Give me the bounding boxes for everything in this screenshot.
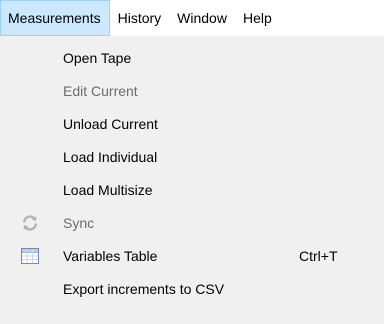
menu-measurements-label: Measurements bbox=[8, 10, 101, 26]
menu-history-label: History bbox=[117, 10, 162, 26]
menu-item-edit-current: Edit Current bbox=[0, 74, 384, 107]
menu-bar: Measurements History Window Help bbox=[0, 0, 384, 36]
menu-item-load-multisize[interactable]: Load Multisize bbox=[0, 173, 384, 206]
menu-item-label: Sync bbox=[63, 214, 95, 231]
menu-item-label: Export increments to CSV bbox=[63, 280, 225, 297]
menu-measurements[interactable]: Measurements bbox=[0, 0, 110, 36]
menu-item-variables-table[interactable]: Variables Table Ctrl+T bbox=[0, 239, 384, 272]
menu-window[interactable]: Window bbox=[169, 0, 235, 36]
table-icon bbox=[21, 248, 39, 264]
menu-item-label: Load Individual bbox=[63, 148, 158, 165]
menu-item-label: Load Multisize bbox=[63, 181, 153, 198]
menu-help-label: Help bbox=[242, 10, 272, 26]
menu-item-open-tape[interactable]: Open Tape bbox=[0, 41, 384, 74]
menu-help[interactable]: Help bbox=[235, 0, 280, 36]
menu-item-label: Variables Table bbox=[63, 247, 158, 264]
menu-item-load-individual[interactable]: Load Individual bbox=[0, 140, 384, 173]
menu-item-sync: Sync bbox=[0, 206, 384, 239]
menu-item-label: Open Tape bbox=[63, 49, 132, 66]
menu-item-export-increments[interactable]: Export increments to CSV bbox=[0, 272, 384, 305]
menu-item-shortcut: Ctrl+T bbox=[299, 247, 338, 264]
menu-item-label: Edit Current bbox=[63, 82, 138, 99]
menu-history[interactable]: History bbox=[110, 0, 170, 36]
menu-item-label: Unload Current bbox=[63, 115, 158, 132]
menu-item-unload-current[interactable]: Unload Current bbox=[0, 107, 384, 140]
sync-icon bbox=[23, 215, 37, 231]
menu-window-label: Window bbox=[177, 10, 227, 26]
measurements-dropdown: Open Tape Edit Current Unload Current Lo… bbox=[0, 36, 384, 324]
